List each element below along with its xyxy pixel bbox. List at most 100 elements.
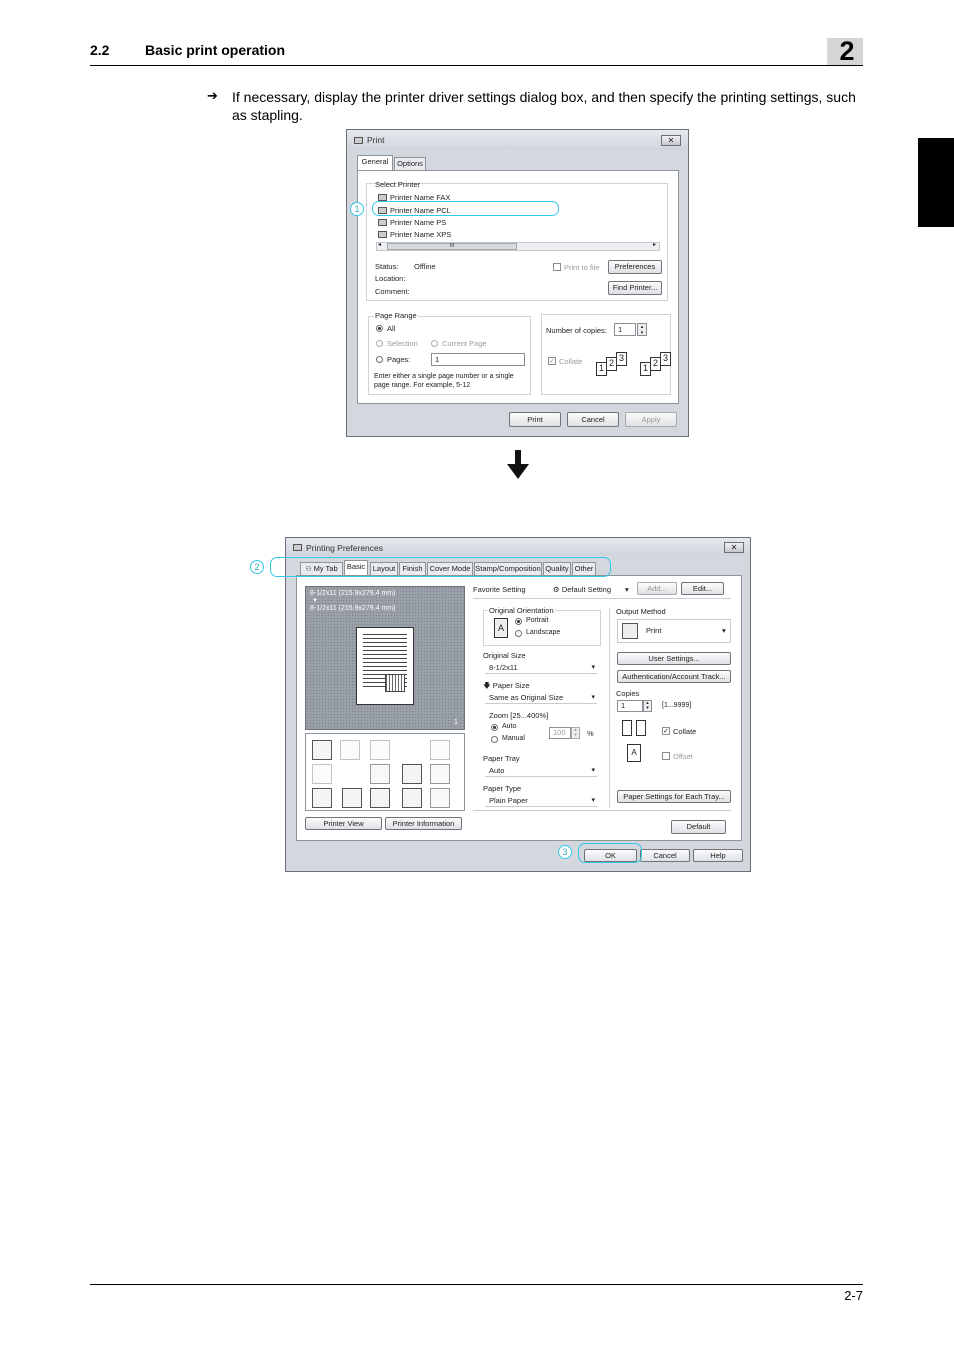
preview-paper-size: 8-1/2x11 (215.9x279.4 mm) bbox=[310, 605, 396, 612]
collate-checkbox[interactable]: ✓ bbox=[548, 357, 556, 365]
header-rule bbox=[90, 65, 863, 66]
add-button[interactable]: Add... bbox=[637, 582, 677, 595]
cancel-button[interactable]: Cancel bbox=[567, 412, 619, 427]
help-button[interactable]: Help bbox=[693, 849, 743, 862]
callout-number-1: 1 bbox=[350, 202, 364, 216]
scroll-left-icon[interactable]: ◂ bbox=[378, 241, 381, 248]
paper-size-select[interactable]: Same as Original Size bbox=[485, 693, 597, 704]
portrait-radio[interactable] bbox=[515, 618, 522, 625]
fold-function-icon[interactable] bbox=[430, 788, 450, 808]
zoom-auto-radio[interactable] bbox=[491, 724, 498, 731]
copies-input[interactable]: 1 bbox=[614, 323, 636, 336]
copies-label: Copies bbox=[616, 689, 640, 698]
scroll-right-icon[interactable]: ▸ bbox=[653, 241, 656, 248]
print-function-icon[interactable] bbox=[312, 740, 332, 760]
output-method-select[interactable]: Print ▾ bbox=[617, 619, 731, 643]
duplex-function-icon[interactable] bbox=[312, 764, 332, 784]
favorite-setting-select[interactable]: ⚙ Default Setting ▾ bbox=[553, 585, 633, 594]
combine-function-icon[interactable] bbox=[370, 740, 390, 760]
printer-icon bbox=[378, 194, 387, 201]
pages-radio[interactable] bbox=[376, 356, 383, 363]
original-size-label: Original Size bbox=[483, 651, 526, 660]
prefs-title: Printing Preferences bbox=[306, 543, 384, 553]
user-settings-button[interactable]: User Settings... bbox=[617, 652, 731, 665]
basic-panel: 8-1/2x11 (215.9x279.4 mm) ▼ 8-1/2x11 (21… bbox=[296, 575, 742, 841]
zoom-label: Zoom [25...400%] bbox=[489, 711, 549, 720]
all-label: All bbox=[387, 324, 396, 333]
staple-function-icon[interactable] bbox=[430, 740, 450, 760]
page-range-label: Page Range bbox=[374, 311, 418, 320]
sort-function-icon[interactable] bbox=[430, 764, 450, 784]
landscape-radio[interactable] bbox=[515, 630, 522, 637]
overlay-function-icon[interactable] bbox=[402, 764, 422, 784]
pages-input[interactable]: 1 bbox=[431, 353, 525, 366]
tab-general[interactable]: General bbox=[357, 155, 393, 170]
zoom-manual-radio[interactable] bbox=[491, 736, 498, 743]
favorite-icon: ⚙ bbox=[553, 585, 562, 594]
zoom-spinner[interactable]: ▴ ▾ bbox=[571, 727, 580, 739]
paper-type-select[interactable]: Plain Paper bbox=[485, 796, 597, 807]
printer-icon bbox=[378, 231, 387, 238]
preferences-button[interactable]: Preferences bbox=[608, 260, 662, 274]
printer-icon bbox=[378, 219, 387, 226]
watermark-function-icon[interactable] bbox=[370, 764, 390, 784]
booklet-function-icon[interactable] bbox=[340, 740, 360, 760]
selection-radio[interactable] bbox=[376, 340, 383, 347]
arrow-down-icon: 🡇 bbox=[483, 681, 493, 690]
output-function-icon[interactable] bbox=[402, 788, 422, 808]
current-page-radio[interactable] bbox=[431, 340, 438, 347]
offset-icon: A bbox=[627, 744, 641, 762]
select-printer-label: Select Printer bbox=[375, 180, 421, 189]
printer-item-xps[interactable]: Printer Name XPS bbox=[378, 230, 451, 239]
copies-input[interactable]: 1 bbox=[617, 700, 643, 712]
printer-item-ps[interactable]: Printer Name PS bbox=[378, 218, 446, 227]
apply-button[interactable]: Apply bbox=[625, 412, 677, 427]
user-function-icon[interactable] bbox=[342, 788, 362, 808]
instruction-text: If necessary, display the printer driver… bbox=[232, 89, 856, 123]
account-function-icon[interactable] bbox=[370, 788, 390, 808]
offset-checkbox[interactable] bbox=[662, 752, 670, 760]
chapter-number: 2 bbox=[839, 36, 855, 66]
collate-page: 1 bbox=[640, 362, 651, 376]
original-size-select[interactable]: 8-1/2x11 bbox=[485, 663, 597, 674]
copies-range: [1...9999] bbox=[662, 702, 692, 709]
print-output-icon bbox=[622, 623, 638, 639]
callout-number-2: 2 bbox=[250, 560, 264, 574]
preview-page bbox=[356, 627, 414, 705]
printer-list-scrollbar[interactable]: III ◂ ▸ bbox=[376, 242, 660, 251]
output-method-label: Output Method bbox=[616, 607, 666, 616]
default-separator bbox=[473, 810, 731, 811]
close-button[interactable]: ✕ bbox=[724, 542, 744, 553]
collate-checkbox[interactable]: ✓ bbox=[662, 727, 670, 735]
print-button[interactable]: Print bbox=[509, 412, 561, 427]
default-button[interactable]: Default bbox=[671, 820, 726, 834]
zoom-input[interactable]: 100 bbox=[549, 727, 571, 739]
callout-box-1 bbox=[372, 201, 559, 216]
paper-size-label: 🡇 Paper Size bbox=[483, 681, 530, 690]
paper-tray-select[interactable]: Auto bbox=[485, 766, 597, 777]
scroll-thumb[interactable]: III bbox=[387, 243, 517, 250]
copies-spinner[interactable]: ▴ ▾ bbox=[637, 323, 647, 336]
tab-options[interactable]: Options bbox=[394, 157, 426, 170]
landscape-label: Landscape bbox=[526, 629, 561, 636]
copies-spinner[interactable]: ▴ ▾ bbox=[643, 700, 652, 712]
copies-label: Number of copies: bbox=[546, 326, 607, 335]
column-divider bbox=[609, 608, 610, 808]
close-button[interactable]: ✕ bbox=[661, 135, 681, 146]
all-radio[interactable] bbox=[376, 325, 383, 332]
current-page-label: Current Page bbox=[442, 339, 487, 348]
cancel-button[interactable]: Cancel bbox=[640, 849, 690, 862]
edit-button[interactable]: Edit... bbox=[681, 582, 724, 595]
collate-pages-icon: 3 2 1 3 2 1 bbox=[596, 348, 696, 388]
printer-view-button[interactable]: Printer View bbox=[305, 817, 382, 830]
printer-information-button[interactable]: Printer Information bbox=[385, 817, 462, 830]
favorite-separator bbox=[473, 598, 731, 599]
find-printer-button[interactable]: Find Printer... bbox=[608, 281, 662, 295]
print-to-file-checkbox[interactable] bbox=[553, 263, 561, 271]
authentication-button[interactable]: Authentication/Account Track... bbox=[617, 670, 731, 683]
paper-settings-button[interactable]: Paper Settings for Each Tray... bbox=[617, 790, 731, 803]
preview-page-counter: 1 bbox=[454, 719, 458, 726]
chevron-down-icon: ▾ bbox=[722, 626, 726, 635]
store-function-icon[interactable] bbox=[312, 788, 332, 808]
print-to-file-label: Print to file bbox=[564, 263, 600, 272]
